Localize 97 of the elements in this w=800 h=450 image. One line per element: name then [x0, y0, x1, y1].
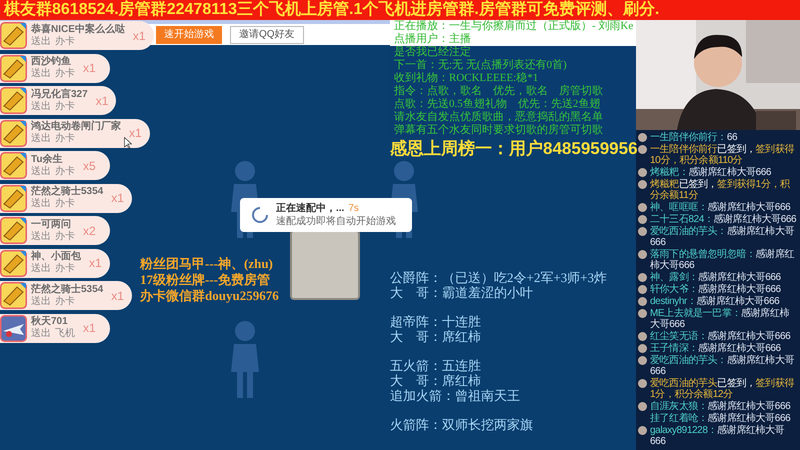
- banner-text: 棋友群8618524.房管群22478113三个飞机上房管.1个飞机进房管群.房管群可免费评测、刷分.: [4, 0, 660, 20]
- chat-message: ME上去就是一巴掌：感谢席红柿大哥666: [650, 308, 790, 330]
- card-icon: [0, 250, 27, 276]
- card-icon: [0, 217, 27, 244]
- song-info-line: 请水友自发点优质歌曲，恶意捣乱的黑名单: [393, 111, 604, 124]
- thanks-title: 感恩上周榜一：用户8485959956: [390, 139, 638, 159]
- fan-club-note: 粉丝团马甲---神、(zhu): [140, 256, 274, 272]
- gift-action: 送出: [31, 328, 51, 340]
- song-info-line: 下一首：无:无 无(点播列表还有0首): [393, 59, 568, 72]
- gift-action: 送出: [31, 100, 51, 112]
- card-icon: [0, 87, 27, 114]
- gift-sender-name: 恭喜NICE中案么么哒: [31, 24, 125, 36]
- chat-message: 爱吃西油的芋头：感谢席红柿大哥666: [650, 355, 796, 377]
- card-icon: [0, 54, 27, 82]
- gift-action: 送出: [31, 166, 51, 178]
- signin-message: 一生陪伴你前行已签到，签到获得10分，积分余额110分: [650, 144, 796, 166]
- gift-sender-name: 秋天701: [31, 316, 69, 328]
- ranking-line: 追加火箭：曾祖南天王: [390, 388, 521, 403]
- fan-club-note: 17级粉丝牌---免费房管: [140, 272, 271, 288]
- gift-count: x5: [83, 158, 96, 174]
- gift-item-name: 办卡: [55, 36, 75, 48]
- ranking-line: 超帝阵：十连胜: [390, 314, 482, 329]
- gift-count: x1: [89, 255, 102, 272]
- signin-message: 爱吃西油的芋头已签到，签到获得1分，积分余额12分: [650, 378, 796, 400]
- gift-item-name: 办卡: [55, 230, 75, 242]
- chat-message: 二十三石824：感谢席红柿大哥666: [650, 214, 796, 225]
- song-info-line: 指令：点歌，歌名 优先，歌名 房管切歌: [393, 85, 604, 98]
- card-icon: [0, 152, 27, 179]
- mouse-cursor-icon: [124, 137, 132, 149]
- gift-count: x1: [129, 125, 142, 142]
- gift-action: 送出: [31, 230, 51, 242]
- game-tile: [290, 230, 360, 300]
- gift-sender-name: 冯兄化言327: [31, 88, 88, 100]
- matching-title: 正在速配中，...: [276, 202, 344, 215]
- ranking-line: 火箭阵：双师长挖两家旗: [390, 417, 534, 432]
- invite-friends-button[interactable]: 邀请QQ好友: [230, 26, 304, 44]
- song-info-line: 弹幕有五个水友同时要求切歌的房管可切歌: [393, 124, 604, 137]
- ranking-line: 公爵阵：（已送）吃2令+2军+3师+3炸: [390, 270, 607, 285]
- chat-message: 自涯灰太狼：感谢席红柿大哥666: [650, 401, 790, 412]
- gift-sender-name: 西沙钓鱼: [31, 56, 72, 68]
- card-icon: [0, 22, 27, 49]
- card-icon: [0, 120, 27, 146]
- ranking-line: 大 哥：霸道羞涩的小叶: [390, 285, 534, 300]
- gift-count: x1: [96, 92, 108, 110]
- gift-sender-name: 鸿达电动卷闸门厂家: [31, 121, 121, 132]
- chat-message: galaxy891228：感谢席红柿大哥666: [650, 425, 786, 447]
- gift-item-name: 办卡: [55, 296, 75, 308]
- ranking-line: 大 哥：席红柿: [390, 373, 482, 388]
- gift-action: 送出: [31, 133, 51, 145]
- person-silhouette-icon: [228, 320, 262, 400]
- plane-icon: [0, 314, 27, 342]
- gift-action: 送出: [31, 198, 51, 210]
- gift-sender-name: Tu余生: [31, 154, 64, 166]
- gift-sender-name: 一可两问: [31, 218, 72, 230]
- gift-item-name: 办卡: [55, 100, 75, 112]
- gift-action: 送出: [31, 296, 51, 308]
- chat-message: 烤糍粑：感谢席红柿大哥666: [650, 167, 772, 178]
- loading-spinner-icon: [252, 207, 268, 223]
- gift-count: x1: [111, 190, 124, 207]
- gift-sender-name: 茫然之骑士5354: [31, 186, 104, 198]
- chat-message: 挂了红着呛：感谢席红柿大哥666: [650, 413, 790, 424]
- ranking-line: 大 哥：席红柿: [390, 329, 482, 344]
- matching-timer: 7s: [348, 202, 359, 215]
- gift-action: 送出: [31, 68, 51, 80]
- chat-message: destinyhr：感谢席红柿大哥666: [650, 296, 780, 307]
- gift-action: 送出: [31, 263, 51, 275]
- matching-message: 速配成功即将自动开始游戏: [276, 215, 396, 228]
- gift-count: x1: [83, 320, 96, 337]
- gift-item-name: 办卡: [55, 198, 75, 210]
- card-icon: [0, 184, 27, 212]
- chat-message: 王子情深：感谢席红柿大哥666: [650, 343, 781, 354]
- song-info-line: 是否我已经注定: [393, 46, 472, 59]
- gift-action: 送出: [31, 36, 51, 48]
- gift-item-name: 办卡: [55, 68, 75, 80]
- gift-item-name: 飞机: [55, 328, 75, 340]
- ranking-line: 五火箭：五连胜: [390, 358, 482, 373]
- gift-count: x1: [83, 60, 96, 77]
- gift-item-name: 办卡: [55, 263, 75, 275]
- gift-count: x1: [132, 28, 146, 44]
- gift-sender-name: 茫然之骑士5354: [31, 284, 104, 296]
- chat-message: 轩你大爷：感谢席红柿大哥666: [650, 284, 781, 295]
- chat-message: 一生陪伴你前行：66: [650, 132, 738, 143]
- signin-message: 烤糍粑已签到，签到获得1分，积分余额11分: [650, 179, 791, 201]
- chat-message: 神、哐哐哐：感谢席红柿大哥666: [650, 202, 790, 213]
- gift-item-name: 办卡: [55, 133, 75, 145]
- chat-message: 落雨下的悬曾忽明忽暗：感谢席红柿大哥666: [650, 249, 796, 271]
- song-info-line: 收到礼物：ROCKLEEEE:稳*1: [393, 72, 540, 84]
- gift-count: x1: [111, 288, 124, 304]
- gift-count: x2: [83, 222, 96, 240]
- gift-sender-name: 神、小面包: [31, 251, 81, 262]
- card-icon: [0, 282, 27, 309]
- gift-item-name: 办卡: [55, 166, 75, 178]
- chat-message: 爱吃西油的芋头：感谢席红柿大哥666: [650, 226, 796, 248]
- song-info-line: 点歌：先送0.5鱼翅礼物 优先：先送2鱼翅: [393, 98, 602, 110]
- fan-club-note: 办卡微信群douyu259676: [140, 288, 279, 304]
- chat-message: 红尘笑无语：感谢席红柿大哥666: [650, 331, 790, 342]
- chat-message: 神、露剑：感谢席红柿大哥666: [650, 272, 781, 283]
